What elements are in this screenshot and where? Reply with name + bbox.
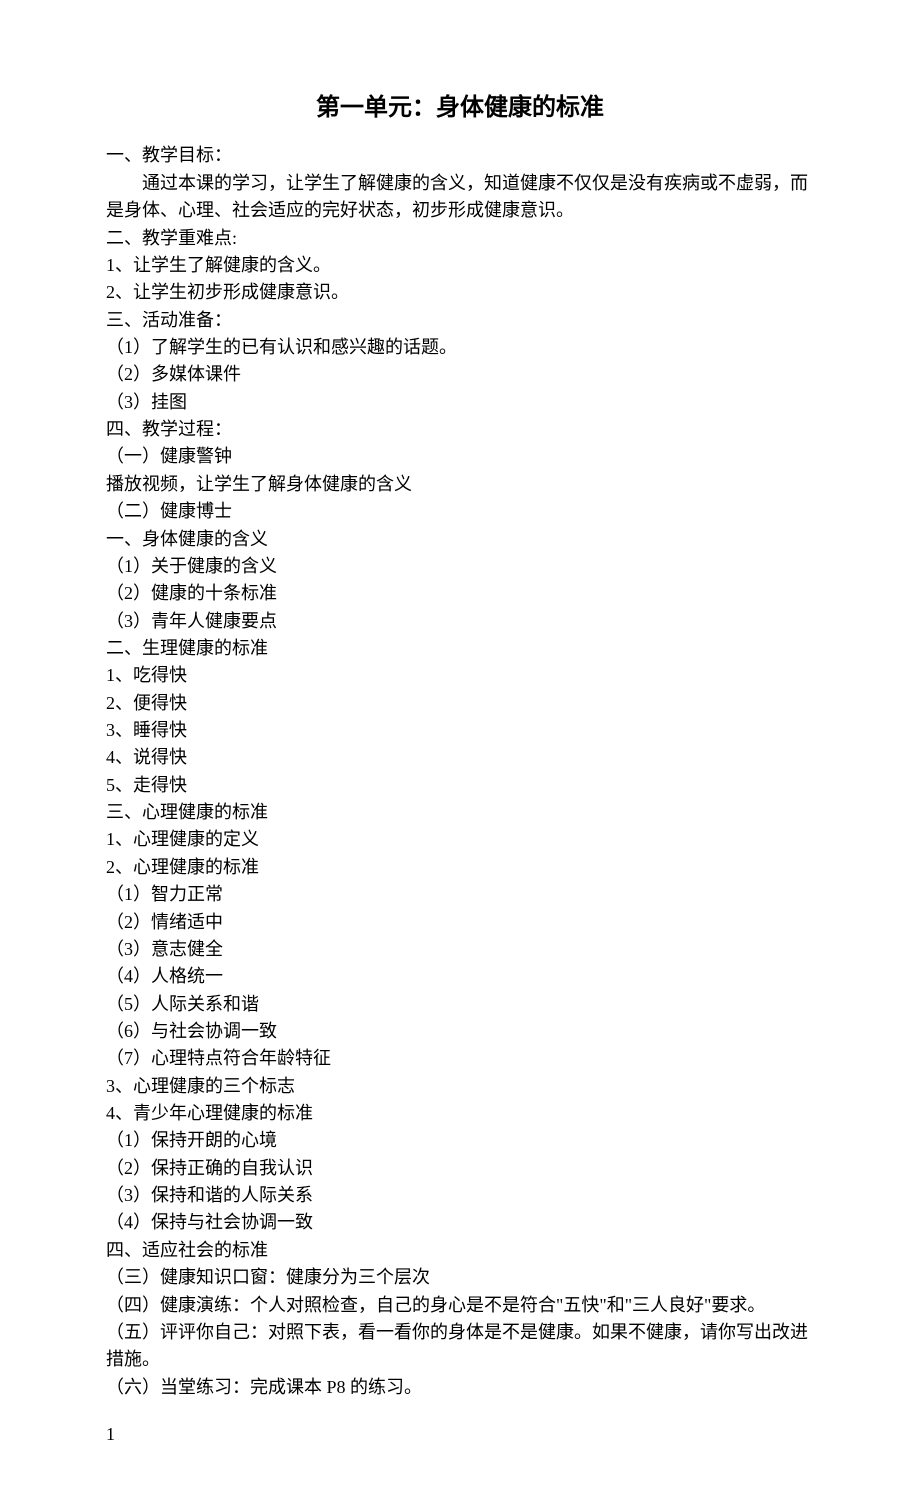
body-line: 四、教学过程： (106, 416, 814, 443)
body-line: 二、教学重难点: (106, 225, 814, 252)
body-line: 一、身体健康的含义 (106, 526, 814, 553)
body-line: 三、心理健康的标准 (106, 799, 814, 826)
body-line: （5）人际关系和谐 (106, 991, 814, 1018)
body-line: （4）人格统一 (106, 963, 814, 990)
body-line: 一、教学目标： (106, 142, 814, 169)
unit-title: 第一单元：身体健康的标准 (106, 90, 814, 126)
body-line: 2、便得快 (106, 690, 814, 717)
body-line: （3）保持和谐的人际关系 (106, 1182, 814, 1209)
body-line: 1、让学生了解健康的含义。 (106, 252, 814, 279)
body-line: 四、适应社会的标准 (106, 1237, 814, 1264)
body-line: 通过本课的学习，让学生了解健康的含义，知道健康不仅仅是没有疾病或不虚弱，而是身体… (106, 170, 814, 225)
body-line: （六）当堂练习：完成课本 P8 的练习。 (106, 1374, 814, 1401)
body-line: 二、生理健康的标准 (106, 635, 814, 662)
body-line: 4、说得快 (106, 744, 814, 771)
body-line: 2、心理健康的标准 (106, 854, 814, 881)
body-line: （1）智力正常 (106, 881, 814, 908)
body-line: （2）保持正确的自我认识 (106, 1155, 814, 1182)
body-line: （3）青年人健康要点 (106, 608, 814, 635)
body-line: 播放视频，让学生了解身体健康的含义 (106, 471, 814, 498)
body-line: （一）健康警钟 (106, 443, 814, 470)
body-line: （2）多媒体课件 (106, 361, 814, 388)
body-line: （2）健康的十条标准 (106, 580, 814, 607)
body-line: （2）情绪适中 (106, 909, 814, 936)
body-line: （五）评评你自己：对照下表，看一看你的身体是不是健康。如果不健康，请你写出改进措… (106, 1319, 814, 1374)
body-line: （7）心理特点符合年龄特征 (106, 1045, 814, 1072)
body-line: 4、青少年心理健康的标准 (106, 1100, 814, 1127)
body-line: （三）健康知识口窗：健康分为三个层次 (106, 1264, 814, 1291)
body-line: （1）关于健康的含义 (106, 553, 814, 580)
body-line: （1）了解学生的已有认识和感兴趣的话题。 (106, 334, 814, 361)
body-line: （4）保持与社会协调一致 (106, 1209, 814, 1236)
body-line: 3、心理健康的三个标志 (106, 1073, 814, 1100)
body-line: （二）健康博士 (106, 498, 814, 525)
body-line: （四）健康演练：个人对照检查，自己的身心是不是符合"五快"和"三人良好"要求。 (106, 1292, 814, 1319)
body-line: （6）与社会协调一致 (106, 1018, 814, 1045)
body-line: 3、睡得快 (106, 717, 814, 744)
body-line: （3）意志健全 (106, 936, 814, 963)
body-line: 2、让学生初步形成健康意识。 (106, 279, 814, 306)
body-line: （3）挂图 (106, 389, 814, 416)
body-line: （1）保持开朗的心境 (106, 1127, 814, 1154)
body-line: 1、心理健康的定义 (106, 826, 814, 853)
body-line: 三、活动准备： (106, 307, 814, 334)
document-body: 一、教学目标：通过本课的学习，让学生了解健康的含义，知道健康不仅仅是没有疾病或不… (106, 142, 814, 1401)
page-number: 1 (106, 1421, 814, 1448)
body-line: 1、吃得快 (106, 662, 814, 689)
body-line: 5、走得快 (106, 772, 814, 799)
